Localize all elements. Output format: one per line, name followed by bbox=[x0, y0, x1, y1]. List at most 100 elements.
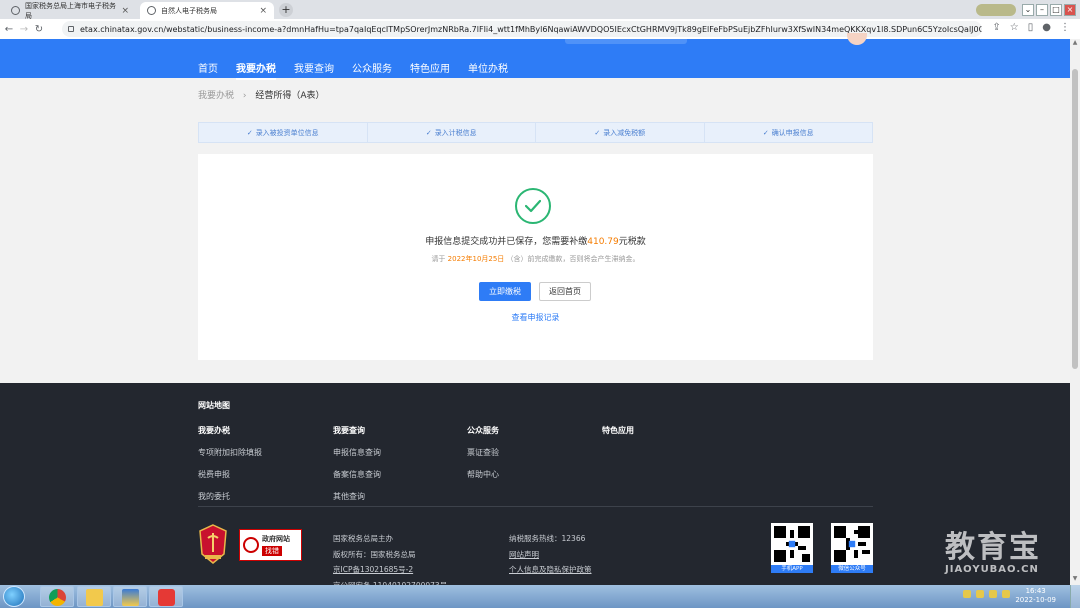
footer-title: 网站地图 bbox=[198, 401, 230, 410]
check-icon: ✓ bbox=[425, 128, 432, 137]
new-tab-button[interactable]: + bbox=[279, 3, 293, 17]
footer-column-query: 我要查询 申报信息查询 备案信息查询 其他查询 bbox=[333, 425, 381, 513]
nav-item-public-service[interactable]: 公众服务 bbox=[352, 60, 392, 80]
magnifier-icon bbox=[243, 537, 259, 553]
window-controls: ⌄ – □ × bbox=[976, 0, 1080, 19]
footer-link[interactable]: 专项附加扣除填报 bbox=[198, 447, 262, 458]
breadcrumb: 我要办税 › 经营所得（A表） bbox=[198, 88, 325, 101]
gov-box-subtitle: 找错 bbox=[262, 546, 282, 556]
nav-item-tax-handling[interactable]: 我要办税 bbox=[236, 60, 276, 80]
url-input[interactable]: etax.chinatax.gov.cn/webstatic/business-… bbox=[62, 21, 982, 37]
browser-tab-natural-person-etax[interactable]: 自然人电子税务局 × bbox=[140, 2, 274, 19]
breadcrumb-parent[interactable]: 我要办税 bbox=[198, 91, 234, 101]
scroll-up-icon[interactable]: ▲ bbox=[1070, 39, 1080, 49]
gov-website-error-report[interactable]: 政府网站 找错 bbox=[239, 529, 302, 561]
note-suffix: （含）前完成缴款，否则将会产生滞纳金。 bbox=[506, 255, 640, 263]
show-desktop-button[interactable] bbox=[1070, 585, 1080, 608]
step-label: 录入减免税额 bbox=[603, 128, 646, 137]
scrollbar-thumb[interactable] bbox=[1072, 69, 1078, 369]
gov-box-title: 政府网站 bbox=[262, 535, 290, 543]
footer-link[interactable]: 其他查询 bbox=[333, 491, 381, 502]
tray-icon[interactable] bbox=[1002, 590, 1010, 598]
maximize-button[interactable]: □ bbox=[1050, 3, 1062, 16]
windows-start-icon[interactable] bbox=[3, 586, 25, 607]
back-icon[interactable]: ← bbox=[3, 24, 15, 35]
success-message: 申报信息提交成功并已保存，您需要补缴410.79元税款 bbox=[198, 234, 873, 247]
tray-icon[interactable] bbox=[989, 590, 997, 598]
message-suffix: 元税款 bbox=[618, 237, 646, 247]
app-icon bbox=[122, 589, 139, 606]
footer-column-heading: 我要办税 bbox=[198, 426, 230, 435]
check-icon: ✓ bbox=[762, 128, 769, 137]
search-box-stub[interactable] bbox=[565, 39, 687, 44]
taskbar-chrome[interactable] bbox=[40, 586, 74, 607]
page-scrollbar[interactable]: ▲ ▼ bbox=[1070, 39, 1080, 585]
footer-column-heading: 特色应用 bbox=[602, 426, 634, 435]
star-icon[interactable]: ☆ bbox=[1010, 22, 1019, 33]
tray-icon[interactable] bbox=[976, 590, 984, 598]
success-check-icon bbox=[515, 188, 551, 224]
chevron-right-icon: › bbox=[242, 91, 247, 101]
nav-item-special-apps[interactable]: 特色应用 bbox=[410, 60, 450, 80]
chevron-down-icon[interactable]: ⌄ bbox=[1022, 3, 1034, 16]
reload-icon[interactable]: ↻ bbox=[33, 24, 45, 35]
back-home-button[interactable]: 返回首页 bbox=[539, 282, 591, 301]
footer-privacy-link[interactable]: 个人信息及隐私保护政策 bbox=[509, 562, 592, 578]
browser-tab-shanghai-etax[interactable]: 国家税务总局上海市电子税务局 × bbox=[4, 2, 136, 20]
footer-link[interactable]: 帮助中心 bbox=[467, 469, 499, 480]
view-records-link: 查看申报记录 bbox=[198, 312, 873, 323]
check-icon: ✓ bbox=[594, 128, 601, 137]
footer-link[interactable]: 票证查验 bbox=[467, 447, 499, 458]
nav-item-query[interactable]: 我要查询 bbox=[294, 60, 334, 80]
clock-time: 16:43 bbox=[1025, 587, 1046, 595]
step-label: 录入计税信息 bbox=[434, 128, 477, 137]
footer-icp[interactable]: 京ICP备13021685号-2 bbox=[333, 562, 447, 578]
step-3: ✓ 录入减免税额 bbox=[536, 123, 705, 142]
taskbar-wps[interactable] bbox=[149, 586, 183, 607]
footer-column-heading: 我要查询 bbox=[333, 426, 365, 435]
footer-statement-link[interactable]: 网站声明 bbox=[509, 547, 592, 563]
scroll-down-icon[interactable]: ▼ bbox=[1070, 575, 1080, 585]
qr-code-icon bbox=[771, 523, 813, 565]
site-footer: 网站地图 我要办税 专项附加扣除填报 税费申报 我的委托 我要查询 申报信息查询… bbox=[0, 383, 1070, 590]
share-icon[interactable]: ⇪ bbox=[992, 22, 1000, 33]
forward-icon[interactable]: → bbox=[18, 24, 30, 35]
sidepanel-icon[interactable]: ▯ bbox=[1028, 22, 1034, 33]
breadcrumb-current: 经营所得（A表） bbox=[255, 91, 325, 101]
tray-icon[interactable] bbox=[963, 590, 971, 598]
menu-icon[interactable]: ⋮ bbox=[1060, 22, 1070, 33]
pay-now-button[interactable]: 立即缴税 bbox=[479, 282, 531, 301]
watermark-url: JIAOYUBAO.CN bbox=[945, 564, 1039, 575]
wechat-qr-code: 微信公众号 bbox=[831, 523, 873, 573]
profile-pill[interactable] bbox=[976, 3, 1016, 16]
note-prefix: 请于 bbox=[431, 255, 446, 263]
footer-column-public: 公众服务 票证查验 帮助中心 bbox=[467, 425, 499, 491]
tax-amount: 410.79 bbox=[587, 237, 619, 247]
footer-link[interactable]: 申报信息查询 bbox=[333, 447, 381, 458]
message-prefix: 申报信息提交成功并已保存，您需要补缴 bbox=[425, 237, 588, 247]
avatar[interactable] bbox=[847, 33, 867, 45]
close-tab-icon[interactable]: × bbox=[121, 6, 129, 16]
step-4: ✓ 确认申报信息 bbox=[705, 123, 873, 142]
footer-column-tax: 我要办税 专项附加扣除填报 税费申报 我的委托 bbox=[198, 425, 262, 513]
tab-label: 自然人电子税务局 bbox=[161, 6, 217, 15]
watermark: 教育宝 JIAOYUBAO.CN bbox=[945, 532, 1041, 576]
taskbar-explorer[interactable] bbox=[77, 586, 111, 607]
app-qr-code: 手机APP bbox=[771, 523, 813, 573]
footer-link[interactable]: 我的委托 bbox=[198, 491, 262, 502]
footer-copyright: 版权所有：国家税务总局 bbox=[333, 549, 416, 559]
close-tab-icon[interactable]: × bbox=[259, 6, 267, 16]
close-window-button[interactable]: × bbox=[1064, 3, 1076, 16]
nav-item-unit-tax[interactable]: 单位办税 bbox=[468, 60, 508, 80]
footer-link[interactable]: 备案信息查询 bbox=[333, 469, 381, 480]
globe-icon bbox=[147, 6, 156, 15]
minimize-button[interactable]: – bbox=[1036, 3, 1048, 16]
system-tray bbox=[963, 590, 1010, 598]
footer-link[interactable]: 税费申报 bbox=[198, 469, 262, 480]
nav-item-home[interactable]: 首页 bbox=[198, 60, 218, 80]
qr-code-icon bbox=[831, 523, 873, 565]
taskbar-clock[interactable]: 16:43 2022-10-09 bbox=[1015, 587, 1056, 605]
view-records-link-text[interactable]: 查看申报记录 bbox=[512, 313, 560, 322]
taskbar-app[interactable] bbox=[113, 586, 147, 607]
profile-icon[interactable]: ● bbox=[1042, 22, 1051, 33]
